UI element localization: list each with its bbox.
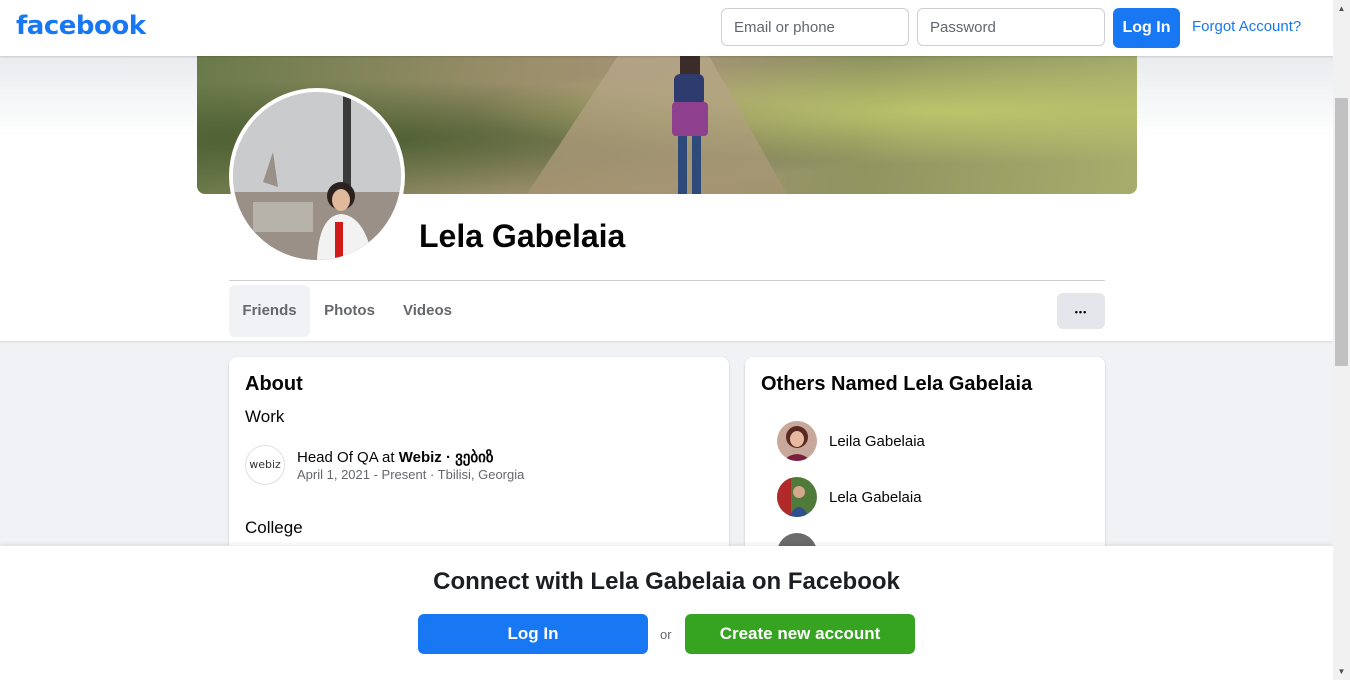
connect-banner-title: Connect with Lela Gabelaia on Facebook bbox=[433, 568, 900, 595]
work-role: Head Of QA at bbox=[297, 449, 399, 466]
tab-videos[interactable]: Videos bbox=[392, 285, 463, 337]
banner-login-button[interactable]: Log In bbox=[418, 614, 648, 654]
page-scrollbar[interactable]: ▲ ▼ bbox=[1333, 0, 1350, 680]
tab-friends[interactable]: Friends bbox=[229, 285, 310, 337]
cover-photo-person bbox=[672, 56, 708, 194]
banner-or-label: or bbox=[660, 627, 672, 642]
avatar-image bbox=[777, 421, 817, 461]
tab-photos[interactable]: Photos bbox=[314, 285, 385, 337]
profile-avatar[interactable] bbox=[229, 88, 405, 264]
more-options-button[interactable]: ••• bbox=[1057, 293, 1105, 329]
email-field[interactable] bbox=[721, 8, 909, 46]
webiz-logo[interactable]: webiz bbox=[245, 445, 285, 485]
profile-divider bbox=[229, 280, 1105, 281]
profile-header: Lela Gabelaia Friends Photos Videos ••• bbox=[0, 56, 1333, 341]
avatar[interactable] bbox=[777, 421, 817, 461]
forgot-account-link[interactable]: Forgot Account? bbox=[1192, 18, 1301, 35]
password-field[interactable] bbox=[917, 8, 1105, 46]
work-entry: Head Of QA at Webiz · ვებიზ bbox=[297, 448, 493, 466]
create-account-button[interactable]: Create new account bbox=[685, 614, 915, 654]
college-heading: College bbox=[245, 518, 303, 537]
profile-picture bbox=[233, 92, 401, 260]
connect-banner: Connect with Lela Gabelaia on Facebook L… bbox=[0, 546, 1333, 680]
work-heading: Work bbox=[245, 407, 285, 426]
work-company-link[interactable]: Webiz · ვებიზ bbox=[399, 449, 494, 466]
login-button[interactable]: Log In bbox=[1113, 8, 1180, 48]
scroll-up-arrow-icon[interactable]: ▲ bbox=[1333, 0, 1350, 17]
scroll-down-arrow-icon[interactable]: ▼ bbox=[1333, 663, 1350, 680]
work-details: April 1, 2021 - Present · Tbilisi, Georg… bbox=[297, 467, 525, 482]
others-named-title: Others Named Lela Gabelaia bbox=[761, 373, 1033, 395]
profile-name: Lela Gabelaia bbox=[419, 218, 626, 254]
person-name[interactable]: Leila Gabelaia bbox=[829, 433, 925, 450]
avatar[interactable] bbox=[777, 477, 817, 517]
profile-picture-scene bbox=[233, 92, 401, 260]
scroll-thumb[interactable] bbox=[1335, 98, 1348, 366]
top-navbar: facebook Log In Forgot Account? bbox=[0, 0, 1333, 56]
facebook-logo[interactable]: facebook bbox=[16, 11, 146, 41]
person-name[interactable]: Lela Gabelaia bbox=[829, 489, 922, 506]
about-title: About bbox=[245, 373, 303, 395]
more-horizontal-icon: ••• bbox=[1074, 307, 1088, 317]
avatar-image bbox=[777, 477, 817, 517]
